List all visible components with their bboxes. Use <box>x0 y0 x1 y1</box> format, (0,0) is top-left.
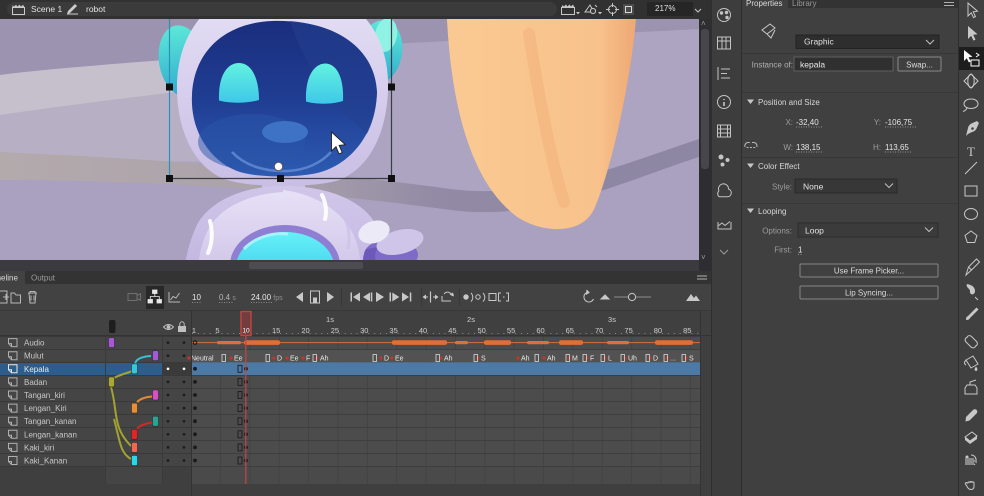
svg-text:Color Effect: Color Effect <box>758 162 800 171</box>
svg-text:20: 20 <box>301 326 309 335</box>
svg-text:35: 35 <box>389 326 397 335</box>
svg-text:1s: 1s <box>326 315 334 324</box>
svg-text:3s: 3s <box>608 315 616 324</box>
svg-text:-32,40: -32,40 <box>796 118 819 127</box>
svg-text:-106,75: -106,75 <box>885 118 913 127</box>
svg-text:Ah: Ah <box>320 356 329 363</box>
svg-text:138,15: 138,15 <box>796 143 821 152</box>
svg-text:Kepala: Kepala <box>24 365 49 374</box>
svg-text:Instance of:: Instance of: <box>752 61 793 70</box>
svg-text:55: 55 <box>507 326 515 335</box>
svg-text:85: 85 <box>683 326 691 335</box>
svg-text:F: F <box>306 356 310 363</box>
svg-text:X:: X: <box>785 118 793 127</box>
svg-text:Ee: Ee <box>234 356 243 363</box>
svg-text:Library: Library <box>792 0 816 8</box>
svg-text:Ah: Ah <box>521 356 530 363</box>
svg-text:Options:: Options: <box>762 227 792 236</box>
svg-text:1: 1 <box>798 246 803 255</box>
svg-text:Ee: Ee <box>395 356 404 363</box>
svg-text:10: 10 <box>242 328 250 335</box>
svg-text:W:: W: <box>783 143 793 152</box>
svg-text:Neutral: Neutral <box>191 356 214 363</box>
svg-text:L: L <box>608 356 612 363</box>
svg-text:2s: 2s <box>467 315 475 324</box>
svg-text:Y:: Y: <box>874 118 881 127</box>
svg-text:15: 15 <box>272 326 280 335</box>
svg-text:0.4 s: 0.4 s <box>219 293 236 302</box>
svg-text:F: F <box>590 356 594 363</box>
svg-text:H:: H: <box>873 143 881 152</box>
svg-text:113,65: 113,65 <box>885 143 909 152</box>
svg-text:50: 50 <box>478 326 486 335</box>
svg-text:Lengan_kanan: Lengan_kanan <box>24 430 77 439</box>
svg-text:...: ... <box>670 356 676 363</box>
svg-text:Ah: Ah <box>444 356 453 363</box>
svg-text:Graphic: Graphic <box>804 37 835 47</box>
svg-text:24.00 fps: 24.00 fps <box>251 293 283 302</box>
svg-text:70: 70 <box>595 326 603 335</box>
svg-text:S: S <box>481 356 486 363</box>
svg-text:D: D <box>384 356 389 363</box>
svg-text:Kaki_Kanan: Kaki_Kanan <box>24 457 67 466</box>
svg-text:45: 45 <box>448 326 456 335</box>
svg-text:T: T <box>967 144 975 159</box>
svg-text:Mulut: Mulut <box>24 352 44 361</box>
svg-text:60: 60 <box>536 326 544 335</box>
svg-text:Style:: Style: <box>772 183 792 192</box>
svg-text:Uh: Uh <box>628 356 637 363</box>
svg-text:Swap...: Swap... <box>906 61 933 70</box>
svg-text:Position and Size: Position and Size <box>758 98 820 107</box>
svg-text:Output: Output <box>31 274 56 283</box>
svg-text:80: 80 <box>654 326 662 335</box>
svg-text:Kaki_kiri: Kaki_kiri <box>24 443 54 452</box>
svg-text:Loop: Loop <box>805 226 824 236</box>
svg-text:Ah: Ah <box>547 356 556 363</box>
svg-text:None: None <box>803 182 824 192</box>
svg-text:Tangan_kiri: Tangan_kiri <box>24 391 65 400</box>
svg-text:Lip Syncing...: Lip Syncing... <box>845 289 893 298</box>
svg-text:Ee: Ee <box>290 356 299 363</box>
svg-text:65: 65 <box>566 326 574 335</box>
svg-text:10: 10 <box>192 293 201 302</box>
svg-text:M: M <box>572 356 578 363</box>
svg-text:First:: First: <box>774 246 792 255</box>
svg-text:75: 75 <box>624 326 632 335</box>
svg-text:Audio: Audio <box>24 339 45 348</box>
svg-text:D: D <box>653 356 658 363</box>
svg-text:Lengan_Kiri: Lengan_Kiri <box>24 404 67 413</box>
svg-text:Tangan_kanan: Tangan_kanan <box>24 417 77 426</box>
svg-text:40: 40 <box>419 326 427 335</box>
svg-text:Use Frame Picker...: Use Frame Picker... <box>834 267 904 276</box>
svg-text:Badan: Badan <box>24 378 47 387</box>
svg-text:kepala: kepala <box>800 60 825 70</box>
svg-text:Properties: Properties <box>746 0 782 8</box>
svg-text:30: 30 <box>360 326 368 335</box>
svg-text:Looping: Looping <box>758 207 786 216</box>
svg-text:25: 25 <box>331 326 339 335</box>
svg-text:S: S <box>689 356 694 363</box>
svg-text:D: D <box>277 356 282 363</box>
svg-text:Timeline: Timeline <box>0 274 18 283</box>
